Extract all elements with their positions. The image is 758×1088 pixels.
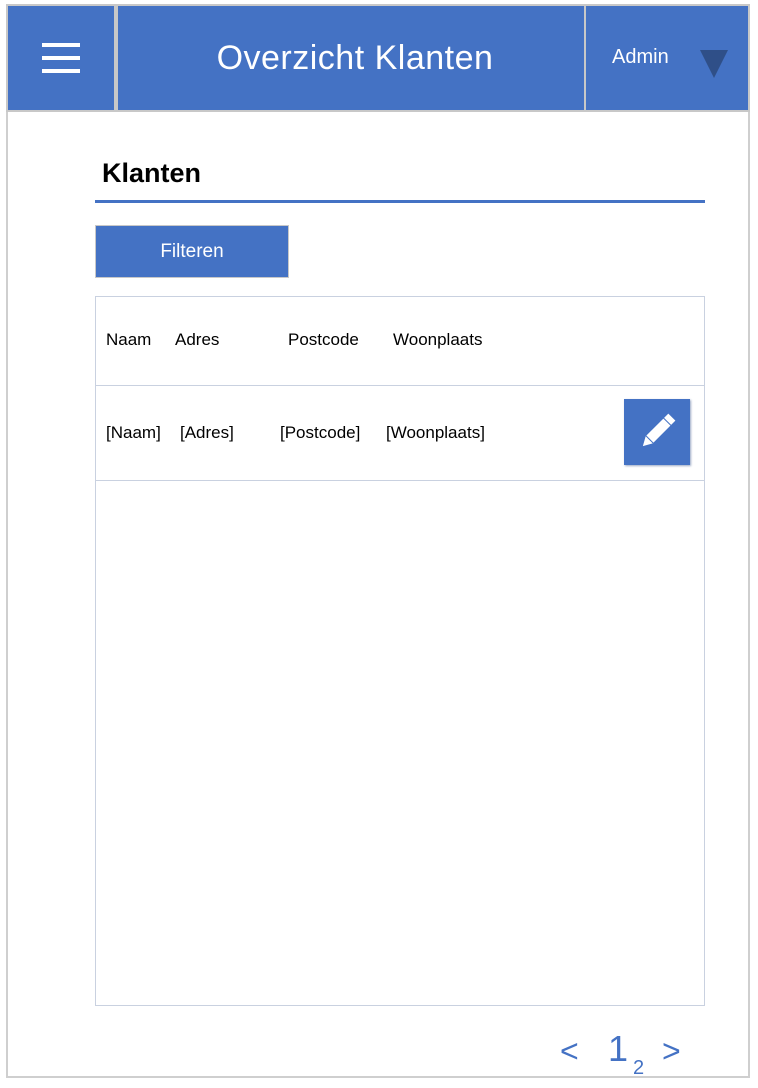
column-header-postcode: Postcode — [288, 330, 359, 349]
cell-naam: [Naam] — [106, 423, 161, 442]
column-header-adres: Adres — [175, 330, 220, 349]
cell-postcode: [Postcode] — [280, 423, 361, 442]
edit-button[interactable] — [624, 399, 690, 465]
pagination-prev[interactable]: < — [560, 1020, 579, 1070]
table-header-row: Naam Adres Postcode Woonplaats — [96, 297, 704, 386]
cell-woonplaats: [Woonplaats] — [386, 423, 485, 442]
column-header-woonplaats: Woonplaats — [393, 330, 483, 349]
user-name[interactable]: Admin — [612, 46, 669, 69]
column-header-naam: Naam — [106, 330, 152, 349]
cell-adres: [Adres] — [180, 423, 234, 442]
header-title-panel: Overzicht Klanten — [116, 4, 586, 112]
filter-button[interactable]: Filteren — [95, 225, 289, 278]
caret-down-icon[interactable] — [700, 50, 728, 78]
pagination-page-1[interactable]: 1 — [608, 1020, 628, 1070]
page-title: Overzicht Klanten — [216, 38, 494, 77]
customers-table: Naam Adres Postcode Woonplaats [Naam] [A… — [95, 296, 705, 1006]
section-divider — [95, 200, 705, 203]
hamburger-menu-icon[interactable] — [42, 43, 80, 73]
user-menu[interactable]: Admin — [584, 4, 750, 112]
pagination-next[interactable]: > — [662, 1020, 681, 1070]
menu-panel — [6, 4, 116, 112]
pagination-page-2[interactable]: 2 — [633, 1030, 644, 1080]
pencil-edit-icon — [642, 413, 676, 447]
table-row: [Naam] [Adres] [Postcode] [Woonplaats] — [96, 385, 704, 481]
section-title: Klanten — [102, 158, 202, 188]
